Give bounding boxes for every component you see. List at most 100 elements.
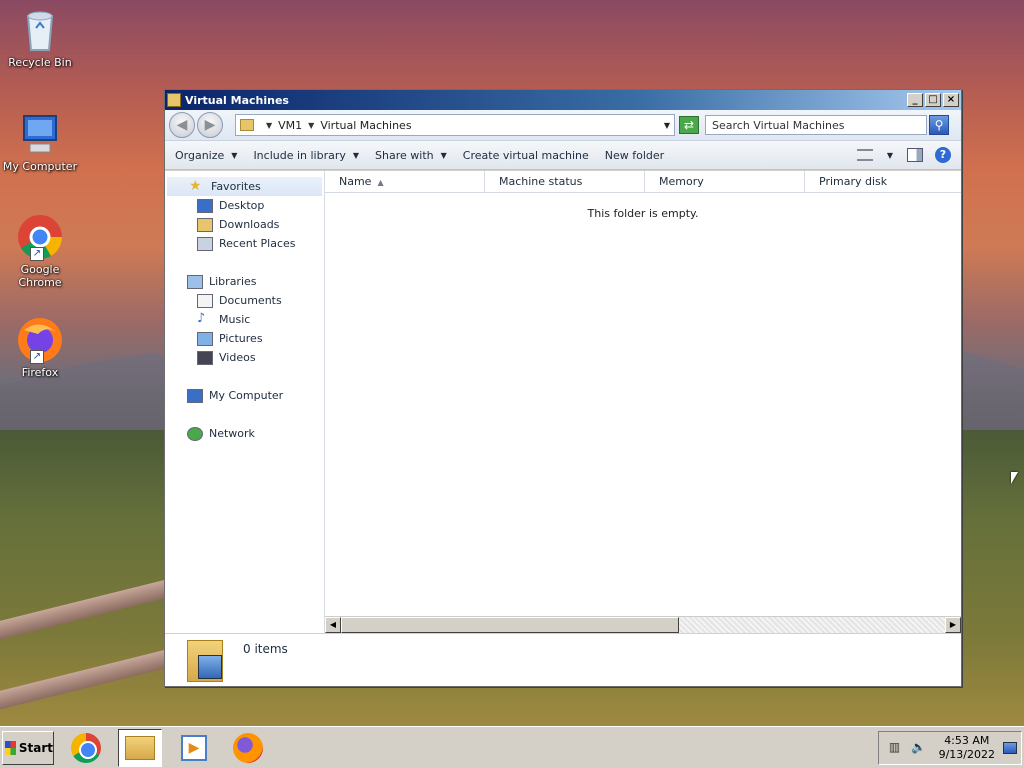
- desktop-icon-label: Recycle Bin: [8, 56, 72, 69]
- nav-item-videos[interactable]: Videos: [165, 348, 324, 367]
- desktop-icon-google-chrome[interactable]: ↗ Google Chrome: [0, 213, 80, 289]
- nav-item-downloads[interactable]: Downloads: [165, 215, 324, 234]
- share-with-menu[interactable]: Share with ▼: [375, 149, 447, 162]
- details-pane: 0 items: [165, 633, 961, 686]
- desktop-icon-firefox[interactable]: ↗ Firefox: [0, 316, 80, 379]
- preview-pane-icon[interactable]: [907, 148, 923, 162]
- volume-icon[interactable]: 🔈: [911, 740, 927, 756]
- clock[interactable]: 4:53 AM 9/13/2022: [939, 734, 995, 762]
- nav-item-network[interactable]: Network: [165, 424, 324, 443]
- show-desktop-icon[interactable]: [1003, 741, 1017, 754]
- column-label: Name: [339, 175, 372, 188]
- breadcrumb-vm1[interactable]: VM1: [278, 119, 302, 132]
- computer-icon: [16, 110, 64, 158]
- taskbar-media-player[interactable]: ▶: [172, 729, 216, 767]
- nav-label: Recent Places: [219, 237, 296, 250]
- desktop-icon: [197, 198, 213, 213]
- empty-folder-message: This folder is empty.: [587, 207, 699, 220]
- file-list-pane: Name ▲ Machine status Memory Primary disk…: [325, 171, 961, 633]
- close-button[interactable]: ×: [943, 93, 959, 107]
- chevron-down-icon: ▼: [440, 150, 447, 160]
- nav-label: My Computer: [209, 389, 284, 402]
- taskbar-chrome[interactable]: [64, 729, 108, 767]
- organize-menu[interactable]: Organize ▼: [175, 149, 237, 162]
- address-toolbar: ◀ ▶ ▼ VM1 ▼ Virtual Machines ▼ ⇄ Search …: [165, 110, 961, 140]
- maximize-button[interactable]: □: [925, 93, 941, 107]
- recent-places-icon: [197, 236, 213, 251]
- help-icon[interactable]: ?: [935, 147, 951, 163]
- breadcrumb-virtual-machines[interactable]: Virtual Machines: [320, 119, 411, 132]
- firefox-icon: ↗: [16, 316, 64, 364]
- explorer-body: ★ Favorites Desktop Downloads Recent Pla…: [165, 171, 961, 633]
- back-button[interactable]: ◀: [169, 112, 195, 138]
- nav-label: Downloads: [219, 218, 280, 231]
- search-button[interactable]: ⚲: [929, 115, 949, 135]
- column-label: Primary disk: [819, 175, 888, 188]
- chevron-right-icon[interactable]: ▼: [308, 121, 314, 130]
- scroll-left-button[interactable]: ◀: [325, 617, 341, 633]
- libraries-icon: [187, 274, 203, 289]
- view-options-icon[interactable]: [856, 149, 873, 161]
- taskbar: Start ▶ ▥ 🔈 4:53 AM 9/13/2022: [0, 726, 1024, 768]
- nav-label: Documents: [219, 294, 282, 307]
- system-tray: ▥ 🔈 4:53 AM 9/13/2022: [877, 730, 1022, 765]
- desktop-icon-recycle-bin[interactable]: Recycle Bin: [0, 6, 80, 69]
- nav-item-documents[interactable]: Documents: [165, 291, 324, 310]
- address-bar[interactable]: ▼ VM1 ▼ Virtual Machines ▼: [235, 114, 675, 136]
- nav-item-libraries[interactable]: Libraries: [165, 272, 324, 291]
- refresh-button[interactable]: ⇄: [679, 116, 699, 134]
- new-folder-button[interactable]: New folder: [605, 149, 664, 162]
- item-count: 0 items: [243, 642, 288, 656]
- desktop-icon-label: Firefox: [21, 366, 59, 379]
- nav-item-my-computer[interactable]: My Computer: [165, 386, 324, 405]
- chrome-icon: ↗: [16, 213, 64, 261]
- column-label: Memory: [659, 175, 704, 188]
- nav-item-music[interactable]: ♪ Music: [165, 310, 324, 329]
- window-titlebar[interactable]: Virtual Machines _ □ ×: [165, 90, 961, 110]
- column-header-name[interactable]: Name ▲: [325, 171, 485, 192]
- chevron-right-icon[interactable]: ▼: [266, 121, 272, 130]
- command-label: New folder: [604, 148, 665, 162]
- desktop-icon-my-computer[interactable]: My Computer: [0, 110, 80, 173]
- recycle-bin-icon: [16, 6, 64, 54]
- forward-button[interactable]: ▶: [197, 112, 223, 138]
- firefox-icon: [233, 732, 263, 763]
- media-player-icon: ▶: [181, 734, 207, 761]
- windows-logo-icon: [5, 740, 16, 755]
- scroll-right-button[interactable]: ▶: [945, 617, 961, 633]
- chevron-down-icon[interactable]: ▼: [887, 151, 893, 160]
- nav-label: Network: [209, 427, 255, 440]
- include-in-library-menu[interactable]: Include in library ▼: [253, 149, 359, 162]
- column-header-machine-status[interactable]: Machine status: [485, 171, 645, 192]
- nav-label: Favorites: [211, 180, 261, 193]
- minimize-button[interactable]: _: [907, 93, 923, 107]
- column-header-memory[interactable]: Memory: [645, 171, 805, 192]
- nav-label: Libraries: [209, 275, 257, 288]
- taskbar-explorer[interactable]: [118, 728, 162, 767]
- downloads-icon: [197, 217, 213, 232]
- mouse-cursor-icon: [1011, 472, 1018, 484]
- chevron-down-icon[interactable]: ▼: [664, 121, 670, 130]
- nav-item-desktop[interactable]: Desktop: [165, 196, 324, 215]
- clock-date: 9/13/2022: [938, 747, 995, 761]
- command-label: Organize: [175, 148, 225, 162]
- clock-time: 4:53 AM: [944, 733, 990, 747]
- nav-item-pictures[interactable]: Pictures: [165, 329, 324, 348]
- create-virtual-machine-button[interactable]: Create virtual machine: [463, 149, 589, 162]
- network-status-icon[interactable]: ▥: [887, 740, 903, 756]
- sort-ascending-icon: ▲: [377, 178, 384, 187]
- search-input[interactable]: Search Virtual Machines: [705, 115, 927, 135]
- nav-item-recent-places[interactable]: Recent Places: [165, 234, 324, 253]
- command-label: Create virtual machine: [462, 148, 589, 162]
- start-button[interactable]: Start: [2, 730, 54, 765]
- scrollbar-thumb[interactable]: [341, 617, 679, 633]
- command-label: Share with: [375, 148, 434, 162]
- shortcut-arrow-icon: ↗: [30, 247, 44, 261]
- horizontal-scrollbar[interactable]: ◀ ▶: [325, 616, 961, 633]
- column-header-primary-disk[interactable]: Primary disk: [805, 171, 957, 192]
- nav-item-favorites[interactable]: ★ Favorites: [167, 177, 322, 196]
- videos-icon: [197, 350, 213, 365]
- taskbar-firefox[interactable]: [226, 729, 270, 767]
